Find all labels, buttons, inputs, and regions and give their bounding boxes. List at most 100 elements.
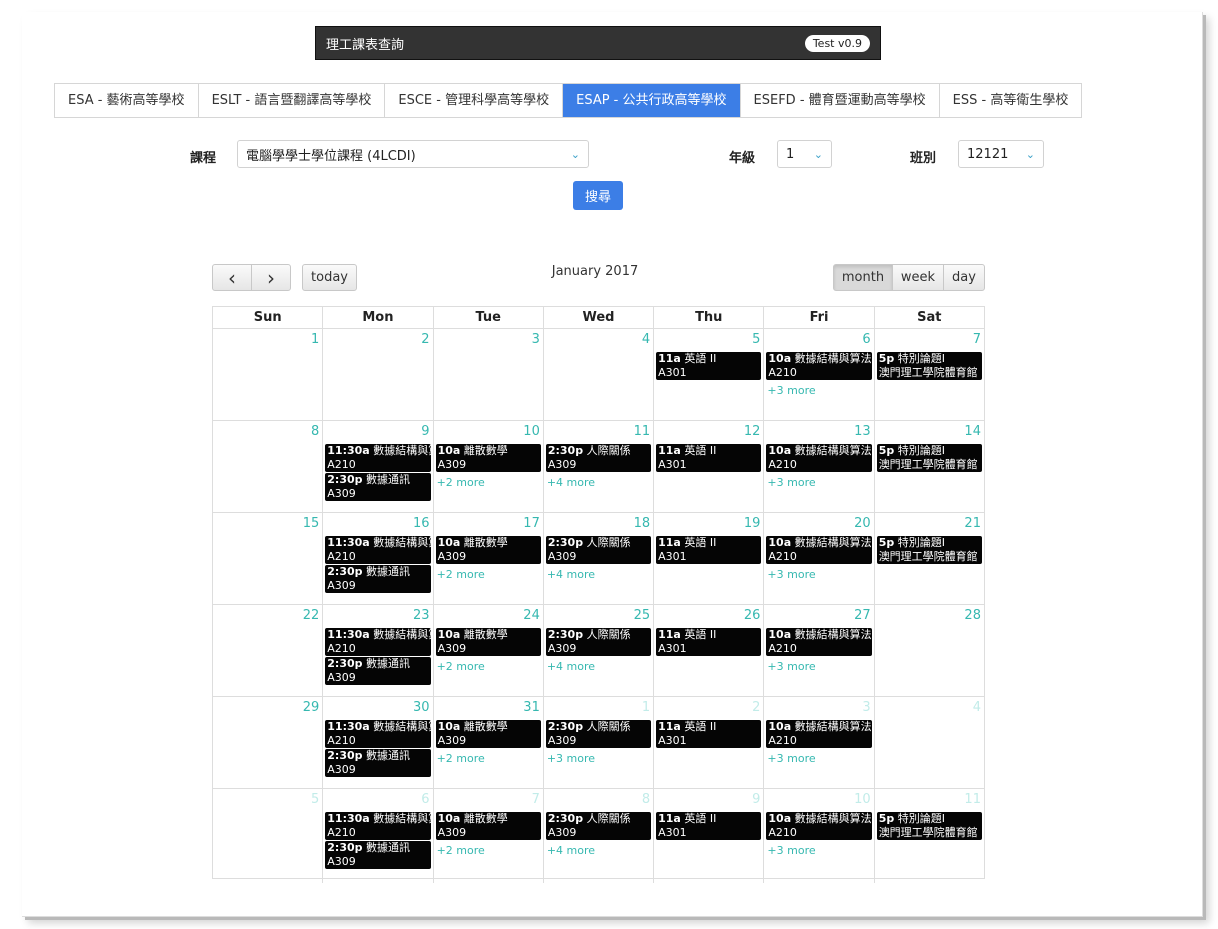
- school-tab[interactable]: ESAP - 公共行政高等學校: [563, 84, 741, 117]
- day-cell[interactable]: 20 10a 數據結構與算法 A210 +3 more: [764, 513, 875, 604]
- day-number[interactable]: 23: [323, 605, 432, 623]
- day-cell[interactable]: 28: [875, 605, 984, 696]
- calendar-event[interactable]: 10a 數據結構與算法 A210: [766, 444, 872, 472]
- day-number[interactable]: 6: [764, 329, 873, 347]
- day-cell[interactable]: 5 11a 英語 II A301: [654, 329, 765, 420]
- day-number[interactable]: 31: [434, 697, 543, 715]
- day-cell[interactable]: 12 11a 英語 II A301: [654, 421, 765, 512]
- day-cell[interactable]: 29: [213, 697, 324, 788]
- calendar-event[interactable]: 11:30a 數據結構與算法A210: [325, 812, 431, 840]
- day-number[interactable]: 4: [875, 697, 984, 715]
- day-number[interactable]: 10: [764, 789, 873, 807]
- calendar-event[interactable]: 2:30p 數據通訊 A309: [325, 749, 431, 777]
- calendar-event[interactable]: 10a 離散數學 A309: [435, 444, 541, 472]
- day-cell[interactable]: 2 11a 英語 II A301: [654, 697, 765, 788]
- day-cell[interactable]: 13 10a 數據結構與算法 A210 +3 more: [764, 421, 875, 512]
- day-number[interactable]: 7: [434, 789, 543, 807]
- day-cell[interactable]: 27 10a 數據結構與算法 A210 +3 more: [764, 605, 875, 696]
- day-cell[interactable]: 10 10a 數據結構與算法 A210 +3 more: [764, 789, 875, 883]
- day-number[interactable]: 30: [323, 697, 432, 715]
- day-cell[interactable]: 4: [875, 697, 984, 788]
- day-number[interactable]: 2: [323, 329, 432, 347]
- day-number[interactable]: 19: [654, 513, 763, 531]
- more-events-link[interactable]: +3 more: [764, 473, 873, 489]
- school-tab[interactable]: ESS - 高等衛生學校: [939, 84, 1082, 117]
- calendar-event[interactable]: 2:30p 人際關係 A309: [545, 536, 652, 564]
- day-number[interactable]: 9: [323, 421, 432, 439]
- more-events-link[interactable]: +4 more: [544, 657, 653, 673]
- day-cell[interactable]: 25 2:30p 人際關係 A309 +4 more: [544, 605, 655, 696]
- class-select[interactable]: 12121 ⌄: [958, 140, 1044, 168]
- day-number[interactable]: 4: [544, 329, 653, 347]
- calendar-event[interactable]: 10a 數據結構與算法 A210: [766, 812, 872, 840]
- day-number[interactable]: 3: [764, 697, 873, 715]
- calendar-event[interactable]: 2:30p 人際關係 A309: [545, 444, 652, 472]
- day-cell[interactable]: 26 11a 英語 II A301: [654, 605, 765, 696]
- calendar-event[interactable]: 11:30a 數據結構與算法A210: [325, 628, 431, 656]
- today-button[interactable]: today: [302, 264, 357, 291]
- view-month-button[interactable]: month: [833, 264, 893, 291]
- day-cell[interactable]: 911:30a 數據結構與算法A2102:30p 數據通訊A309: [323, 421, 434, 512]
- day-cell[interactable]: 19 11a 英語 II A301: [654, 513, 765, 604]
- more-events-link[interactable]: +4 more: [544, 473, 653, 489]
- calendar-event[interactable]: 10a 數據結構與算法 A210: [766, 720, 872, 748]
- day-number[interactable]: 5: [213, 789, 322, 807]
- more-events-link[interactable]: +2 more: [434, 657, 543, 673]
- school-tab[interactable]: ESCE - 管理科學高等學校: [385, 84, 564, 117]
- day-number[interactable]: 11: [544, 421, 653, 439]
- day-cell[interactable]: 22: [213, 605, 324, 696]
- calendar-event[interactable]: 11a 英語 II A301: [656, 720, 762, 748]
- day-number[interactable]: 9: [654, 789, 763, 807]
- more-events-link[interactable]: +4 more: [544, 565, 653, 581]
- day-number[interactable]: 3: [434, 329, 543, 347]
- day-cell[interactable]: 18 2:30p 人際關係 A309 +4 more: [544, 513, 655, 604]
- calendar-event[interactable]: 11a 英語 II A301: [656, 628, 762, 656]
- more-events-link[interactable]: +3 more: [544, 749, 653, 765]
- day-cell[interactable]: 3 10a 數據結構與算法 A210 +3 more: [764, 697, 875, 788]
- day-cell[interactable]: 1: [213, 329, 324, 420]
- calendar-event[interactable]: 11a 英語 II A301: [656, 352, 762, 380]
- more-events-link[interactable]: +3 more: [764, 657, 873, 673]
- school-tab[interactable]: ESA - 藝術高等學校: [55, 84, 199, 117]
- day-number[interactable]: 13: [764, 421, 873, 439]
- prev-button[interactable]: ‹: [212, 264, 252, 291]
- more-events-link[interactable]: +3 more: [764, 841, 873, 857]
- day-number[interactable]: 20: [764, 513, 873, 531]
- day-number[interactable]: 2: [654, 697, 763, 715]
- view-day-button[interactable]: day: [943, 264, 985, 291]
- day-number[interactable]: 10: [434, 421, 543, 439]
- day-cell[interactable]: 15: [213, 513, 324, 604]
- day-cell[interactable]: 611:30a 數據結構與算法A2102:30p 數據通訊A309: [323, 789, 434, 883]
- day-number[interactable]: 21: [875, 513, 984, 531]
- calendar-event[interactable]: 11:30a 數據結構與算法A210: [325, 720, 431, 748]
- day-cell[interactable]: 11 2:30p 人際關係 A309 +4 more: [544, 421, 655, 512]
- day-number[interactable]: 12: [654, 421, 763, 439]
- calendar-event[interactable]: 11:30a 數據結構與算法A210: [325, 536, 431, 564]
- more-events-link[interactable]: +2 more: [434, 749, 543, 765]
- day-cell[interactable]: 14 5p 特別論題I 澳門理工學院體育館: [875, 421, 984, 512]
- day-number[interactable]: 6: [323, 789, 432, 807]
- more-events-link[interactable]: +2 more: [434, 565, 543, 581]
- day-number[interactable]: 26: [654, 605, 763, 623]
- calendar-event[interactable]: 5p 特別論題I 澳門理工學院體育館: [876, 536, 982, 564]
- school-tab[interactable]: ESEFD - 體育暨運動高等學校: [740, 84, 940, 117]
- day-cell[interactable]: 8: [213, 421, 324, 512]
- day-cell[interactable]: 7 5p 特別論題I 澳門理工學院體育館: [875, 329, 984, 420]
- day-cell[interactable]: 17 10a 離散數學 A309 +2 more: [434, 513, 544, 604]
- day-number[interactable]: 29: [213, 697, 322, 715]
- calendar-event[interactable]: 11a 英語 II A301: [656, 536, 762, 564]
- calendar-event[interactable]: 2:30p 數據通訊 A309: [325, 473, 431, 501]
- day-cell[interactable]: 8 2:30p 人際關係 A309 +4 more: [544, 789, 655, 883]
- day-cell[interactable]: 9 11a 英語 II A301: [654, 789, 765, 883]
- calendar-event[interactable]: 10a 離散數學 A309: [435, 628, 541, 656]
- day-number[interactable]: 8: [213, 421, 322, 439]
- day-number[interactable]: 1: [544, 697, 653, 715]
- day-number[interactable]: 17: [434, 513, 543, 531]
- day-cell[interactable]: 6 10a 數據結構與算法 A210 +3 more: [764, 329, 875, 420]
- day-number[interactable]: 27: [764, 605, 873, 623]
- calendar-event[interactable]: 5p 特別論題I 澳門理工學院體育館: [876, 444, 982, 472]
- day-cell[interactable]: 10 10a 離散數學 A309 +2 more: [434, 421, 544, 512]
- calendar-event[interactable]: 10a 數據結構與算法 A210: [766, 536, 872, 564]
- next-button[interactable]: ›: [251, 264, 291, 291]
- course-select[interactable]: 電腦學學士學位課程 (4LCDI) ⌄: [237, 140, 589, 168]
